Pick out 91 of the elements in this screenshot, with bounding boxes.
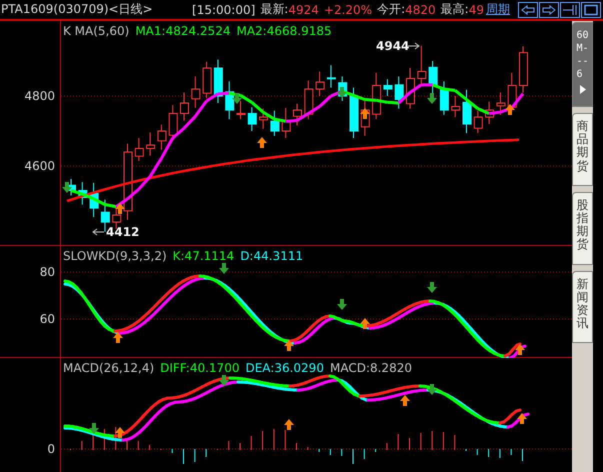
legend-text: MA1:4824.2524: [135, 24, 230, 38]
candlestick: [440, 80, 449, 116]
up-arrow-icon: [515, 344, 525, 355]
down-arrow-icon: [219, 263, 229, 274]
latest-label: 最新:: [260, 1, 288, 18]
legend-text: DIFF:40.1700: [160, 361, 240, 375]
candlestick: [270, 110, 280, 136]
up-arrow-icon: [360, 108, 370, 119]
right-triangle-icon: [580, 85, 586, 94]
candlestick: [485, 101, 494, 124]
up-arrow-icon: [284, 340, 294, 351]
up-arrow-icon: [115, 427, 125, 438]
candlestick: [474, 110, 483, 134]
up-arrow-icon: [517, 413, 527, 424]
candlestick: [372, 72, 382, 120]
high-label: 最高:: [440, 1, 469, 18]
candlestick: [78, 182, 88, 205]
legend-text: MACD:8.2820: [330, 361, 412, 375]
candlestick: [157, 124, 166, 150]
split-view-icon[interactable]: [560, 2, 580, 18]
legend-text: D:44.3111: [240, 249, 304, 263]
candlestick: [451, 96, 460, 118]
candlestick: [496, 92, 506, 116]
candlestick: [462, 89, 472, 134]
candlestick: [259, 108, 268, 130]
candlestick: [406, 68, 415, 110]
candlestick: [304, 80, 314, 120]
period-link[interactable]: 周期: [486, 1, 510, 18]
candlestick: [316, 71, 325, 96]
down-arrow-icon: [337, 299, 347, 310]
legend-text: DEA:36.0290: [245, 361, 324, 375]
candlestick: [134, 138, 144, 162]
side-tab[interactable]: 新闻资讯: [572, 270, 593, 344]
low-price-marker: 4412: [106, 225, 140, 239]
candlestick: [214, 59, 223, 104]
up-arrow-icon: [284, 419, 294, 430]
candlestick: [146, 132, 156, 156]
quote-time: [15:00:00]: [192, 2, 256, 16]
leader-line: [408, 42, 420, 50]
legend-text: K:47.1114: [172, 249, 234, 263]
open-value: 4820: [405, 2, 436, 16]
candlestick: [428, 60, 438, 96]
change-percent: +2.20%: [324, 2, 372, 16]
legend-text: MACD(26,12,4): [63, 361, 154, 375]
symbol-title: PTA1609(030709)<日线>: [1, 1, 153, 18]
down-arrow-icon: [89, 423, 99, 434]
down-arrow-icon: [337, 87, 347, 98]
up-arrow-icon: [505, 104, 515, 115]
candlestick: [519, 46, 528, 93]
side-tab[interactable]: 股指期货: [572, 192, 593, 264]
down-arrow-icon: [219, 375, 229, 386]
axis-label: 60: [40, 312, 55, 326]
legend-text: K MA(5,60): [63, 24, 130, 38]
candlestick: [90, 182, 99, 218]
up-arrow-icon: [257, 137, 267, 148]
up-arrow-icon: [113, 332, 123, 343]
side-tab[interactable]: 商品期货: [572, 113, 593, 186]
candlestick: [282, 107, 291, 138]
high-value: 49: [468, 2, 484, 16]
up-arrow-icon: [400, 395, 410, 406]
candlestick: [202, 61, 212, 99]
leader-line: [92, 228, 104, 236]
candlestick: [180, 92, 189, 121]
down-arrow-icon: [427, 282, 437, 293]
down-arrow-icon: [427, 384, 437, 395]
maximize-icon[interactable]: [581, 2, 601, 18]
candlestick: [326, 64, 336, 88]
candlestick: [248, 106, 257, 132]
candlestick: [394, 76, 404, 110]
candlestick: [191, 76, 200, 108]
up-arrow-icon: [360, 318, 370, 329]
axis-label: 0: [47, 442, 55, 456]
side-tab[interactable]: 60M---6: [572, 22, 593, 107]
candlestick: [350, 87, 358, 138]
down-arrow-icon: [62, 182, 72, 193]
candlestick: [225, 80, 234, 120]
open-label: 今开:: [377, 1, 406, 18]
candlestick: [383, 78, 392, 96]
legend-text: MA2:4668.9185: [236, 24, 332, 38]
latest-value: 4924: [288, 2, 319, 16]
candlestick: [417, 45, 426, 86]
high-price-marker: 4944: [376, 39, 410, 53]
down-arrow-icon: [232, 93, 242, 104]
up-arrow-icon: [115, 203, 125, 214]
axis-label: 4800: [24, 89, 55, 103]
candlestick: [236, 100, 246, 120]
legend-text: SLOWKD(9,3,3,2): [63, 249, 167, 263]
axis-label: 80: [40, 265, 55, 279]
candlestick: [293, 103, 302, 126]
axis-label: 4600: [24, 159, 55, 173]
down-arrow-icon: [427, 93, 437, 104]
